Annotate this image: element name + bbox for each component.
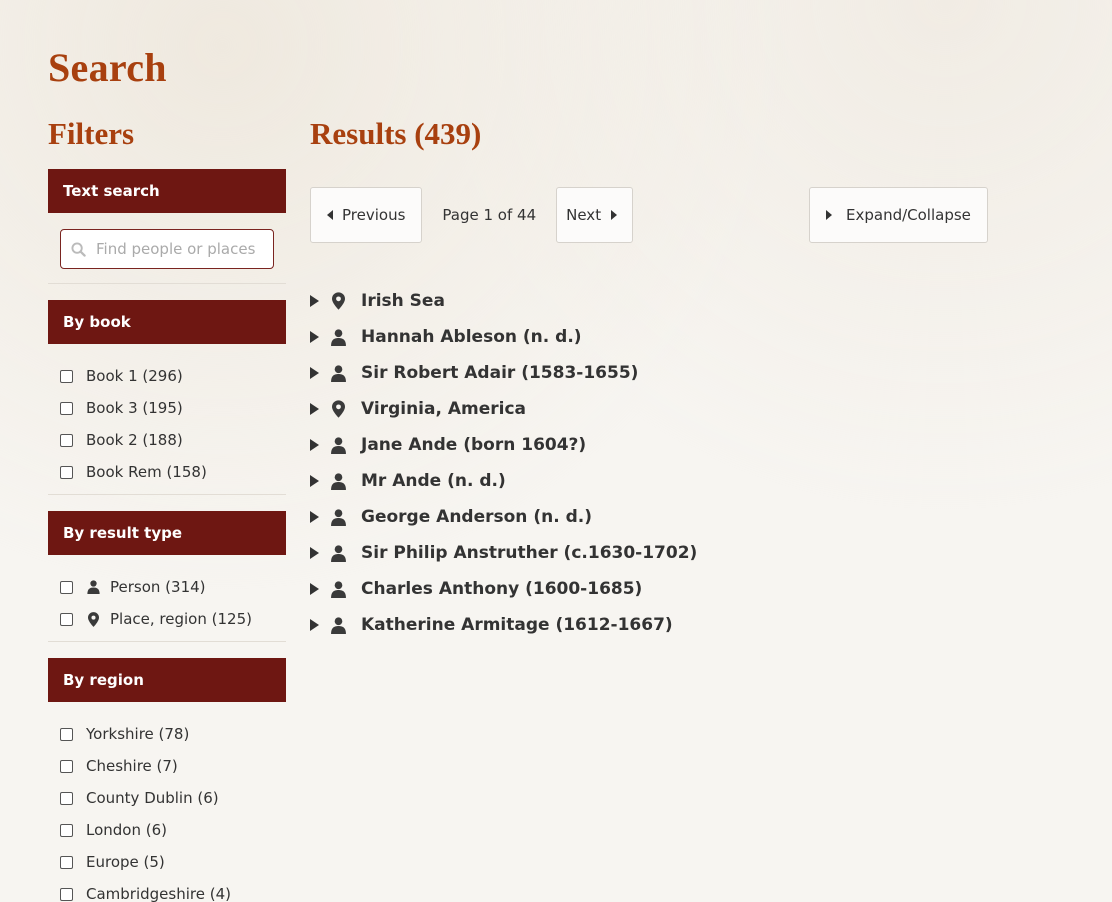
checkbox[interactable] [60,465,73,479]
result-item[interactable]: Sir Robert Adair (1583-1655) [310,355,697,391]
by-book-heading: By book [48,300,286,344]
result-item[interactable]: Mr Ande (n. d.) [310,463,697,499]
expand-arrow-icon[interactable] [310,331,319,343]
checkbox[interactable] [60,727,73,741]
region-filter-option[interactable]: County Dublin (6) [60,782,286,814]
checkbox[interactable] [60,580,73,594]
search-box[interactable] [60,229,274,269]
region-filter-option[interactable]: Europe (5) [60,846,286,878]
result-type-option-person[interactable]: Person (314) [60,571,286,603]
person-icon [330,616,346,634]
expand-arrow-icon[interactable] [310,547,319,559]
checkbox[interactable] [60,369,73,383]
by-book-section: Book 1 (296) Book 3 (195) Book 2 (188) B… [48,344,286,495]
by-result-type-section: Person (314) Place, region (125) [48,555,286,642]
result-item[interactable]: Hannah Ableson (n. d.) [310,319,697,355]
map-pin-icon [330,292,346,310]
person-icon [330,508,346,526]
expand-arrow-icon[interactable] [310,367,319,379]
result-item[interactable]: Sir Philip Anstruther (c.1630-1702) [310,535,697,571]
caret-right-icon [826,210,832,220]
filters-sidebar: Text search By book Book 1 (296) Book 3 … [48,169,286,902]
person-icon [330,472,346,490]
book-filter-option[interactable]: Book 1 (296) [60,360,286,392]
by-region-section: Yorkshire (78) Cheshire (7) County Dubli… [48,702,286,902]
map-pin-icon [86,611,100,627]
next-button[interactable]: Next [556,187,634,243]
book-filter-option[interactable]: Book 2 (188) [60,424,286,456]
expand-arrow-icon[interactable] [310,295,319,307]
person-icon [86,580,100,594]
person-icon [330,544,346,562]
expand-arrow-icon[interactable] [310,403,319,415]
result-type-option-place[interactable]: Place, region (125) [60,603,286,635]
region-filter-option[interactable]: Cambridgeshire (4) [60,878,286,902]
search-input[interactable] [96,240,256,258]
expand-arrow-icon[interactable] [310,475,319,487]
result-item[interactable]: Irish Sea [310,283,697,319]
previous-button[interactable]: Previous [310,187,423,243]
expand-collapse-button[interactable]: Expand/Collapse [809,187,988,243]
expand-arrow-icon[interactable] [310,619,319,631]
region-filter-option[interactable]: Cheshire (7) [60,750,286,782]
region-filter-option[interactable]: London (6) [60,814,286,846]
expand-arrow-icon[interactable] [310,439,319,451]
result-item[interactable]: Jane Ande (born 1604?) [310,427,697,463]
pager: Previous Page 1 of 44 Next [310,187,634,243]
caret-left-icon [327,210,333,220]
result-item[interactable]: Charles Anthony (1600-1685) [310,571,697,607]
checkbox[interactable] [60,759,73,773]
person-icon [330,580,346,598]
results-title: Results (439) [310,116,482,151]
expand-arrow-icon[interactable] [310,511,319,523]
book-filter-option[interactable]: Book 3 (195) [60,392,286,424]
checkbox[interactable] [60,401,73,415]
book-filter-option[interactable]: Book Rem (158) [60,456,286,488]
result-item[interactable]: Virginia, America [310,391,697,427]
filters-title: Filters [48,116,135,151]
map-pin-icon [330,400,346,418]
caret-right-icon [611,210,618,220]
by-result-type-heading: By result type [48,511,286,555]
person-icon [330,436,346,454]
by-region-heading: By region [48,658,286,702]
result-item[interactable]: Katherine Armitage (1612-1667) [310,607,697,643]
checkbox[interactable] [60,433,73,447]
results-list: Irish Sea Hannah Ableson (n. d.) Sir Rob… [310,283,697,643]
page-info: Page 1 of 44 [442,206,537,224]
person-icon [330,328,346,346]
checkbox[interactable] [60,887,73,901]
result-item[interactable]: George Anderson (n. d.) [310,499,697,535]
text-search-heading: Text search [48,169,286,213]
search-icon [71,241,86,257]
text-search-section [48,213,286,284]
region-filter-option[interactable]: Yorkshire (78) [60,718,286,750]
expand-arrow-icon[interactable] [310,583,319,595]
checkbox[interactable] [60,612,73,626]
checkbox[interactable] [60,855,73,869]
person-icon [330,364,346,382]
page-title: Search [48,45,167,90]
checkbox[interactable] [60,823,73,837]
checkbox[interactable] [60,791,73,805]
